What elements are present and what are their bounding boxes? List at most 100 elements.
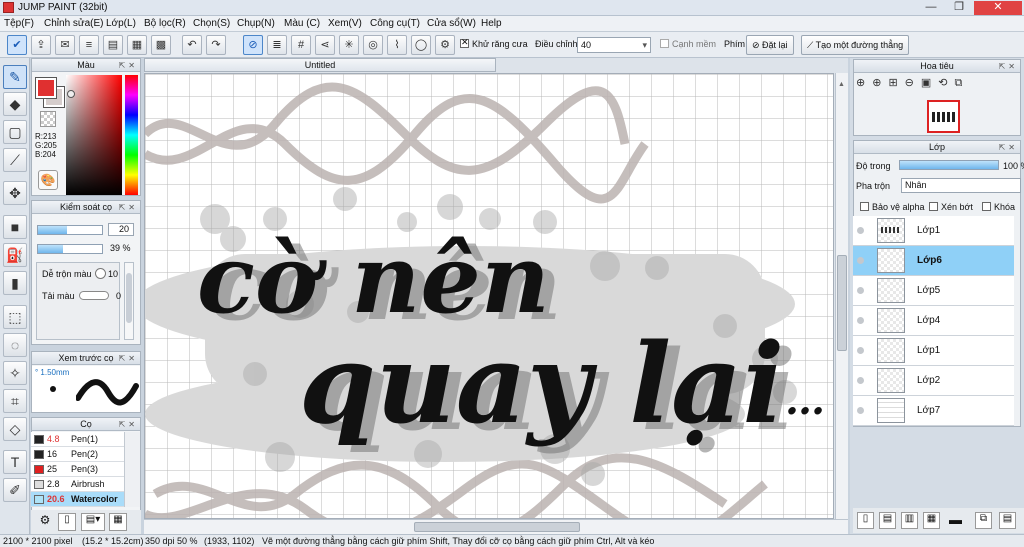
layer-row[interactable]: Lớp7: [853, 396, 1014, 426]
layer-row[interactable]: Lớp1: [853, 336, 1014, 366]
straight-line-button[interactable]: ⟋ Tạo một đường thẳng: [801, 35, 910, 55]
layer-menu-icon[interactable]: ▤: [999, 512, 1016, 529]
panel-buttons-icon[interactable]: ⇱✕: [119, 419, 138, 431]
antialias-checkbox[interactable]: ✕: [460, 37, 469, 48]
brush-item[interactable]: 16 Pen(2): [31, 447, 124, 462]
menu-window[interactable]: Cửa sổ(W): [427, 18, 476, 29]
layer-blend-select[interactable]: Nhân: [901, 178, 1021, 193]
layer-row[interactable]: Lớp1: [853, 216, 1014, 246]
layer-visibility-icon[interactable]: [857, 287, 864, 294]
layer-row[interactable]: Lớp2: [853, 366, 1014, 396]
ellipse-icon[interactable]: ◯: [411, 35, 431, 55]
comment-icon[interactable]: ≡: [79, 35, 99, 55]
gradient-tool-icon[interactable]: ▮: [3, 271, 27, 295]
brush-settings-icon[interactable]: ⚙: [35, 513, 55, 531]
brush-item[interactable]: 25 Pen(3): [31, 462, 124, 477]
fill-rect-tool-icon[interactable]: ■: [3, 215, 27, 239]
page-icon[interactable]: ▦: [127, 35, 147, 55]
canvas-vertical-scrollbar[interactable]: ▲: [835, 73, 848, 519]
bucket-tool-icon[interactable]: ⛽: [3, 243, 27, 267]
document-icon[interactable]: ▤: [103, 35, 123, 55]
layer-visibility-icon[interactable]: [857, 227, 864, 234]
minimize-button[interactable]: —: [918, 1, 944, 15]
radial-lines-icon[interactable]: ✳: [339, 35, 359, 55]
chat-icon[interactable]: ✉: [55, 35, 75, 55]
raster-layer-icon[interactable]: ▦: [923, 512, 940, 529]
snap-off-icon[interactable]: ⊘: [243, 35, 263, 55]
concentric-icon[interactable]: ◎: [363, 35, 383, 55]
export-icon[interactable]: ⇪: [31, 35, 51, 55]
zoom-icon[interactable]: ⊕: [856, 77, 872, 89]
layer-visibility-icon[interactable]: [857, 317, 864, 324]
brush-menu-icon[interactable]: ▤▾: [81, 513, 105, 531]
vertical-scroll-thumb[interactable]: [837, 255, 847, 351]
document-tab[interactable]: Untitled: [144, 58, 496, 72]
panel-buttons-icon[interactable]: ⇱✕: [119, 202, 138, 214]
vanish-point-icon[interactable]: ⋖: [315, 35, 335, 55]
lasso-tool-icon[interactable]: ◌: [3, 333, 27, 357]
reset-button[interactable]: ⊘ Đặt lại: [746, 35, 794, 55]
palette-icon[interactable]: 🎨: [38, 170, 58, 190]
brush-opacity-slider[interactable]: [37, 244, 103, 254]
menu-layer[interactable]: Lớp(L): [106, 18, 136, 29]
drawing-canvas[interactable]: cờ nên cờ nên quay lại quay lại …: [144, 73, 834, 519]
brush-size-input[interactable]: 20: [108, 223, 134, 236]
menu-tools[interactable]: Công cụ(T): [370, 18, 420, 29]
move-tool-icon[interactable]: ✥: [3, 181, 27, 205]
zoom-out-icon[interactable]: ⊖: [905, 77, 921, 89]
transparent-swatch[interactable]: [40, 111, 56, 127]
parallel-lines-icon[interactable]: ≣: [267, 35, 287, 55]
brush-copy-icon[interactable]: ▦: [109, 513, 127, 531]
stabilizer-icon[interactable]: ✔: [7, 35, 27, 55]
menu-filter[interactable]: Bộ lọc(R): [144, 18, 186, 29]
select-pen-tool-icon[interactable]: ⌗: [3, 389, 27, 413]
layer-visibility-icon[interactable]: [857, 257, 864, 264]
layer-row[interactable]: Lớp5: [853, 276, 1014, 306]
settings-icon[interactable]: ⚙: [435, 35, 455, 55]
menu-select[interactable]: Chọn(S): [193, 18, 230, 29]
layer-row[interactable]: Lớp4: [853, 306, 1014, 336]
layer-visibility-icon[interactable]: [857, 377, 864, 384]
layer-row[interactable]: Lớp6: [853, 246, 1014, 276]
text-tool-icon[interactable]: T: [3, 450, 27, 474]
brush-options-scrollbar[interactable]: [124, 262, 134, 340]
close-button[interactable]: ✕: [974, 1, 1022, 15]
lock-checkbox[interactable]: [982, 202, 991, 211]
layer-opacity-slider[interactable]: [899, 160, 999, 170]
crosshatch-icon[interactable]: #: [291, 35, 311, 55]
foreground-swatch[interactable]: [35, 77, 57, 99]
eyedropper-tool-icon[interactable]: ✐: [3, 478, 27, 502]
folder-icon[interactable]: ▬: [947, 512, 964, 529]
flip-icon[interactable]: ⧉: [955, 77, 970, 89]
new-layer-icon[interactable]: ▯: [857, 512, 874, 529]
halftone-layer-icon[interactable]: ▥: [901, 512, 918, 529]
magic-wand-tool-icon[interactable]: ✧: [3, 361, 27, 385]
picker-cursor[interactable]: [67, 90, 75, 98]
protect-alpha-option[interactable]: Bảo vệ alpha: [860, 202, 925, 212]
clip-checkbox[interactable]: [929, 202, 938, 211]
select-eraser-tool-icon[interactable]: ◇: [3, 417, 27, 441]
new-note-layer-icon[interactable]: ▤: [879, 512, 896, 529]
panel-buttons-icon[interactable]: ⇱✕: [119, 60, 138, 72]
panel-buttons-icon[interactable]: ⇱✕: [999, 61, 1018, 73]
curve-icon[interactable]: ⌇: [387, 35, 407, 55]
menu-color[interactable]: Màu (C): [284, 18, 320, 29]
undo-icon[interactable]: ↶: [182, 35, 202, 55]
maximize-button[interactable]: ❐: [946, 1, 972, 15]
protect-alpha-checkbox[interactable]: [860, 202, 869, 211]
brush-item[interactable]: 20.6 Watercolor: [31, 492, 124, 507]
antialias-option[interactable]: ✕ Khử răng cưa: [460, 37, 528, 49]
zoom-in-icon[interactable]: ⊕: [872, 77, 888, 89]
scroll-up-icon[interactable]: ▲: [838, 81, 846, 91]
adjust-select[interactable]: 40 ▾: [577, 37, 651, 53]
brush-item[interactable]: 2.8 Airbrush: [31, 477, 124, 492]
menu-help[interactable]: Help: [481, 18, 502, 29]
menu-file[interactable]: Tệp(F): [4, 18, 34, 29]
redo-icon[interactable]: ↷: [206, 35, 226, 55]
panel-buttons-icon[interactable]: ⇱✕: [999, 142, 1018, 154]
panel-buttons-icon[interactable]: ⇱✕: [119, 353, 138, 365]
menu-capture[interactable]: Chụp(N): [237, 18, 275, 29]
layer-visibility-icon[interactable]: [857, 407, 864, 414]
new-brush-icon[interactable]: ▯: [58, 513, 76, 531]
soft-edge-option[interactable]: Cạnh mềm: [660, 39, 716, 49]
